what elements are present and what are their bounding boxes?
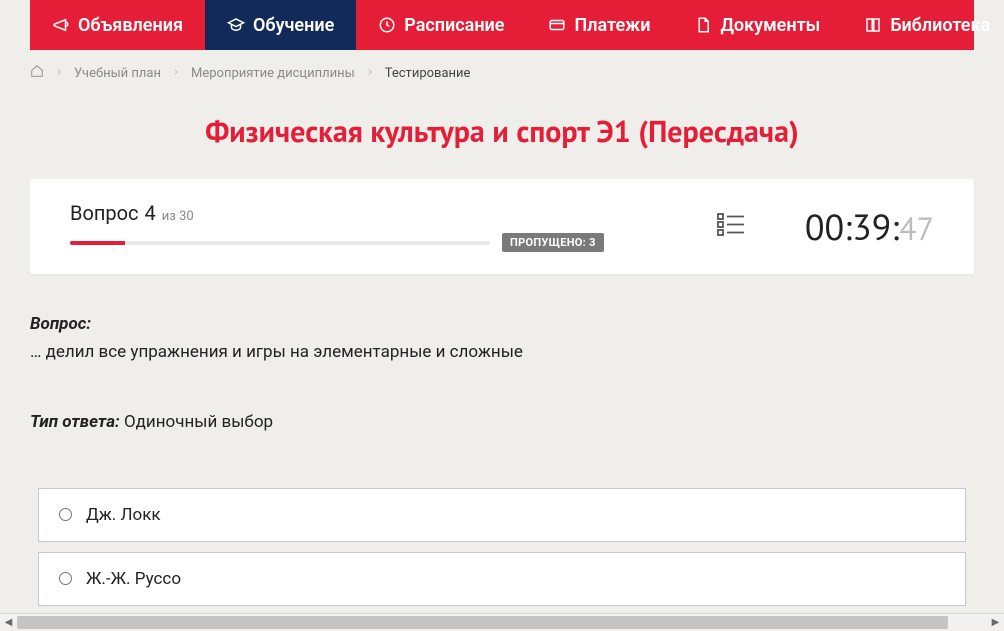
graduation-icon	[227, 16, 245, 34]
breadcrumb-item[interactable]: Учебный план	[74, 66, 161, 81]
answer-option-text: Дж. Локк	[86, 505, 161, 525]
card-icon	[548, 16, 566, 34]
answer-radio[interactable]	[59, 572, 72, 585]
page-title: Физическая культура и спорт Э1 (Пересдач…	[30, 112, 974, 151]
breadcrumb-current: Тестирование	[385, 66, 471, 81]
question-text: … делил все упражнения и игры на элемент…	[30, 340, 974, 366]
nav-item-label: Объявления	[78, 15, 183, 36]
main-nav: Объявления Обучение Расписание Платежи Д…	[30, 0, 974, 50]
nav-education[interactable]: Обучение	[205, 0, 356, 50]
question-counter: Вопрос 4 из 30	[70, 201, 677, 225]
answer-type: Тип ответа: Одиночный выбор	[30, 412, 974, 432]
horizontal-scrollbar[interactable]: ◀ ▶	[0, 613, 1004, 630]
answer-option[interactable]: Дж. Локк	[38, 488, 966, 542]
question-list-button[interactable]	[717, 212, 745, 242]
scroll-left-arrow[interactable]: ◀	[0, 614, 17, 631]
nav-announcements[interactable]: Объявления	[30, 0, 205, 50]
chevron-right-icon	[171, 66, 181, 81]
breadcrumb: Учебный план Мероприятие дисциплины Тест…	[0, 50, 1004, 92]
clock-icon	[378, 16, 396, 34]
question-label: Вопрос:	[30, 314, 974, 334]
progress-fill	[70, 241, 125, 245]
nav-item-label: Обучение	[253, 15, 334, 36]
nav-item-label: Платежи	[574, 15, 650, 36]
answer-radio[interactable]	[59, 508, 72, 521]
breadcrumb-item[interactable]: Мероприятие дисциплины	[191, 66, 355, 81]
status-card: Вопрос 4 из 30 ПРОПУЩЕНО: 3 00:3	[30, 179, 974, 274]
home-icon[interactable]	[30, 64, 44, 82]
nav-library[interactable]: Библиотека	[842, 0, 1004, 50]
document-icon	[694, 16, 712, 34]
timer: 00:39:47	[805, 203, 934, 250]
chevron-right-icon	[54, 66, 64, 81]
progress-bar	[70, 241, 490, 245]
nav-documents[interactable]: Документы	[672, 0, 842, 50]
scroll-right-arrow[interactable]: ▶	[987, 614, 1004, 631]
answer-option[interactable]: Ж.-Ж. Руссо	[38, 552, 966, 606]
chevron-right-icon	[365, 66, 375, 81]
skipped-badge: ПРОПУЩЕНО: 3	[502, 233, 604, 252]
scroll-thumb[interactable]	[17, 616, 948, 629]
answer-option-text: Ж.-Ж. Руссо	[86, 569, 181, 589]
answer-options: Дж. Локк Ж.-Ж. Руссо И.Г. Песталоцци	[30, 488, 974, 611]
nav-item-label: Расписание	[404, 15, 504, 36]
book-icon	[864, 16, 882, 34]
nav-item-label: Документы	[720, 15, 820, 36]
nav-schedule[interactable]: Расписание	[356, 0, 526, 50]
nav-item-label: Библиотека	[890, 15, 990, 36]
nav-payments[interactable]: Платежи	[526, 0, 672, 50]
megaphone-icon	[52, 16, 70, 34]
scroll-track[interactable]	[17, 614, 987, 630]
